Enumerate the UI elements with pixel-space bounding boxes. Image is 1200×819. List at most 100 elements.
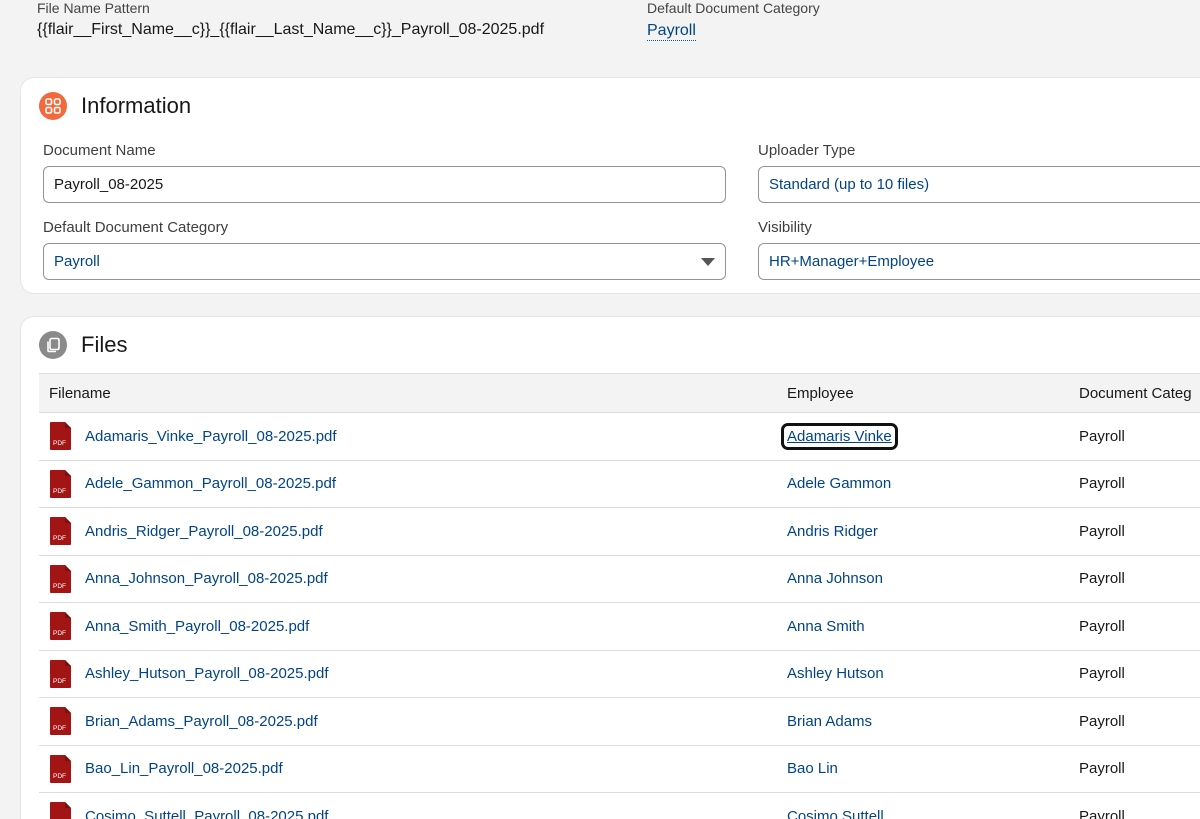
filename-link[interactable]: Andris_Ridger_Payroll_08-2025.pdf: [85, 523, 323, 540]
document-name-input[interactable]: Payroll_08-2025: [43, 166, 726, 203]
chevron-down-icon[interactable]: [701, 258, 715, 266]
table-row: PDF Adamaris_Vinke_Payroll_08-2025.pdf Ada…: [39, 412, 1200, 461]
uploader-type-field: Uploader Type Standard (up to 10 files): [758, 142, 1200, 203]
pdf-file-icon: PDF: [49, 564, 73, 594]
filename-wrapper: PDF Adamaris_Vinke_Payroll_08-2025.pdf: [49, 421, 767, 451]
svg-text:PDF: PDF: [53, 440, 66, 447]
filename-link[interactable]: Adamaris_Vinke_Payroll_08-2025.pdf: [85, 428, 337, 445]
record-header-fields: File Name Pattern {{flair__First_Name__c…: [0, 0, 1200, 70]
employee-link[interactable]: Ashley Hutson: [787, 665, 884, 682]
filename-link[interactable]: Anna_Smith_Payroll_08-2025.pdf: [85, 618, 309, 635]
visibility-label: Visibility: [758, 219, 812, 236]
document-category-cell: Payroll: [1069, 602, 1200, 651]
table-row: PDF Andris_Ridger_Payroll_08-2025.pdf Andr…: [39, 507, 1200, 556]
document-category-cell: Payroll: [1069, 555, 1200, 603]
table-row: PDF Adele_Gammon_Payroll_08-2025.pdf Adele…: [39, 460, 1200, 508]
document-category-cell: Payroll: [1069, 745, 1200, 793]
filename-wrapper: PDF Ashley_Hutson_Payroll_08-2025.pdf: [49, 659, 767, 689]
filename-cell: PDF Brian_Adams_Payroll_08-2025.pdf: [39, 697, 777, 746]
files-card: Files Filename Employee Document Categ P…: [20, 316, 1200, 819]
filename-wrapper: PDF Andris_Ridger_Payroll_08-2025.pdf: [49, 516, 767, 546]
svg-text:PDF: PDF: [53, 725, 66, 732]
default-document-category-field: Default Document Category Payroll: [43, 219, 726, 280]
default-category-label: Default Document Category: [647, 0, 820, 16]
filename-wrapper: PDF Adele_Gammon_Payroll_08-2025.pdf: [49, 469, 767, 499]
table-row: PDF Ashley_Hutson_Payroll_08-2025.pdf Ashl…: [39, 650, 1200, 698]
grid-icon: [39, 92, 67, 120]
filename-link[interactable]: Brian_Adams_Payroll_08-2025.pdf: [85, 713, 318, 730]
files-table: Filename Employee Document Categ PDF Adam…: [39, 373, 1200, 819]
employee-cell: Brian Adams: [777, 697, 1069, 746]
pdf-file-icon: PDF: [49, 754, 73, 784]
document-category-cell: Payroll: [1069, 460, 1200, 508]
employee-link[interactable]: Brian Adams: [787, 713, 872, 730]
filename-wrapper: PDF Bao_Lin_Payroll_08-2025.pdf: [49, 754, 767, 784]
svg-text:PDF: PDF: [53, 678, 66, 685]
employee-link[interactable]: Adamaris Vinke: [781, 422, 898, 450]
table-row: PDF Anna_Johnson_Payroll_08-2025.pdf Anna …: [39, 555, 1200, 603]
table-row: PDF Bao_Lin_Payroll_08-2025.pdf Bao Lin Pay…: [39, 745, 1200, 793]
svg-text:PDF: PDF: [53, 773, 66, 780]
uploader-type-input[interactable]: Standard (up to 10 files): [758, 166, 1200, 203]
filename-link[interactable]: Anna_Johnson_Payroll_08-2025.pdf: [85, 570, 328, 587]
table-row: PDF Cosimo_Suttell_Payroll_08-2025.pdf Cos…: [39, 792, 1200, 819]
pdf-file-icon: PDF: [49, 801, 73, 819]
filename-cell: PDF Andris_Ridger_Payroll_08-2025.pdf: [39, 507, 777, 556]
employee-cell: Andris Ridger: [777, 507, 1069, 556]
default-category-link[interactable]: Payroll: [647, 22, 696, 41]
document-name-label: Document Name: [43, 142, 156, 159]
document-category-cell: Payroll: [1069, 697, 1200, 746]
filename-cell: PDF Anna_Johnson_Payroll_08-2025.pdf: [39, 555, 777, 603]
employee-link[interactable]: Anna Johnson: [787, 570, 883, 587]
information-header: Information: [39, 92, 191, 120]
document-category-cell: Payroll: [1069, 412, 1200, 461]
employee-cell: Bao Lin: [777, 745, 1069, 793]
information-card: Information Document Name Payroll_08-202…: [20, 77, 1200, 294]
information-title: Information: [81, 93, 192, 118]
default-document-category-label: Default Document Category: [43, 219, 229, 236]
filename-link[interactable]: Ashley_Hutson_Payroll_08-2025.pdf: [85, 665, 329, 682]
column-header-filename[interactable]: Filename: [39, 373, 777, 413]
filename-wrapper: PDF Anna_Johnson_Payroll_08-2025.pdf: [49, 564, 767, 594]
default-category-field: Default Document Category Payroll: [647, 0, 820, 41]
uploader-type-label: Uploader Type: [758, 142, 856, 159]
table-header-row: Filename Employee Document Categ: [39, 373, 1200, 413]
employee-cell: Anna Johnson: [777, 555, 1069, 603]
document-name-field: Document Name Payroll_08-2025: [43, 142, 726, 203]
document-category-cell: Payroll: [1069, 650, 1200, 698]
employee-cell: Adele Gammon: [777, 460, 1069, 508]
default-document-category-select[interactable]: Payroll: [43, 243, 726, 280]
employee-cell: Adamaris Vinke: [777, 412, 1069, 461]
filename-cell: PDF Ashley_Hutson_Payroll_08-2025.pdf: [39, 650, 777, 698]
visibility-input[interactable]: HR+Manager+Employee: [758, 243, 1200, 280]
filename-wrapper: PDF Brian_Adams_Payroll_08-2025.pdf: [49, 706, 767, 736]
employee-cell: Ashley Hutson: [777, 650, 1069, 698]
employee-link[interactable]: Adele Gammon: [787, 475, 891, 492]
employee-link[interactable]: Cosimo Suttell: [787, 808, 884, 819]
document-stack-icon: [39, 331, 67, 359]
filename-link[interactable]: Adele_Gammon_Payroll_08-2025.pdf: [85, 475, 336, 492]
filename-cell: PDF Adamaris_Vinke_Payroll_08-2025.pdf: [39, 412, 777, 461]
filename-cell: PDF Cosimo_Suttell_Payroll_08-2025.pdf: [39, 792, 777, 819]
document-category-cell: Payroll: [1069, 507, 1200, 556]
pdf-file-icon: PDF: [49, 421, 73, 451]
svg-text:PDF: PDF: [53, 630, 66, 637]
table-row: PDF Anna_Smith_Payroll_08-2025.pdf Anna Sm…: [39, 602, 1200, 651]
svg-text:PDF: PDF: [53, 488, 66, 495]
filename-cell: PDF Adele_Gammon_Payroll_08-2025.pdf: [39, 460, 777, 508]
file-name-pattern-field: File Name Pattern {{flair__First_Name__c…: [37, 0, 544, 40]
file-name-pattern-label: File Name Pattern: [37, 0, 150, 16]
filename-wrapper: PDF Anna_Smith_Payroll_08-2025.pdf: [49, 611, 767, 641]
files-header: Files: [39, 331, 127, 359]
files-title: Files: [81, 332, 128, 357]
employee-link[interactable]: Bao Lin: [787, 760, 838, 777]
employee-link[interactable]: Andris Ridger: [787, 523, 878, 540]
column-header-employee[interactable]: Employee: [777, 373, 1069, 413]
column-header-document-category[interactable]: Document Categ: [1069, 373, 1200, 413]
pdf-file-icon: PDF: [49, 659, 73, 689]
filename-link[interactable]: Bao_Lin_Payroll_08-2025.pdf: [85, 760, 283, 777]
filename-link[interactable]: Cosimo_Suttell_Payroll_08-2025.pdf: [85, 808, 328, 819]
filename-cell: PDF Bao_Lin_Payroll_08-2025.pdf: [39, 745, 777, 793]
pdf-file-icon: PDF: [49, 516, 73, 546]
employee-link[interactable]: Anna Smith: [787, 618, 865, 635]
